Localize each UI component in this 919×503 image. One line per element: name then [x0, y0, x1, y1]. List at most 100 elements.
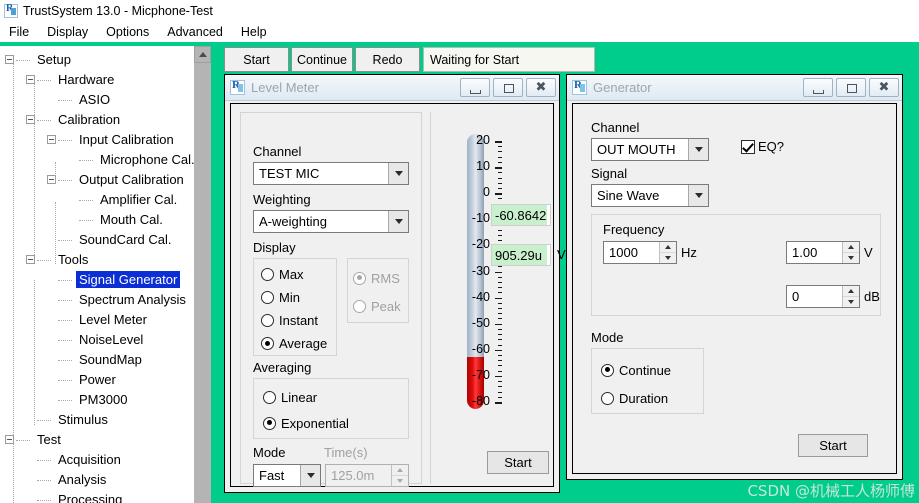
lm-weighting-select[interactable]: A-weighting: [253, 210, 409, 233]
gen-amplitude-spin-buttons[interactable]: [842, 242, 859, 263]
tree-item-setup[interactable]: Setup: [0, 50, 194, 70]
spin-up-icon[interactable]: [843, 242, 859, 252]
lm-display-radio-min[interactable]: Min: [261, 286, 339, 309]
spin-down-icon[interactable]: [660, 252, 676, 263]
gen-start-button[interactable]: Start: [798, 434, 868, 457]
meter-tick: [498, 276, 502, 278]
tree-item-acquisition[interactable]: Acquisition: [0, 450, 194, 470]
tree-item-microphone-cal[interactable]: Microphone Cal.: [0, 150, 194, 170]
window-title: TrustSystem 13.0 - Micphone-Test: [23, 4, 213, 18]
tree-item-label: Input Calibration: [79, 132, 174, 147]
gen-amplitude-spinner[interactable]: 1.00: [786, 241, 860, 264]
menu-file[interactable]: File: [6, 24, 38, 41]
radio-icon[interactable]: [261, 337, 274, 350]
lm-time-label: Time(s): [324, 445, 368, 460]
lm-divider: [430, 112, 431, 484]
tree-item-calibration[interactable]: Calibration: [0, 110, 194, 130]
menu-options[interactable]: Options: [103, 24, 158, 41]
gen-eq-checkbox-row[interactable]: EQ?: [741, 139, 784, 154]
menu-advanced[interactable]: Advanced: [164, 24, 232, 41]
gen-gain-spinner[interactable]: 0: [786, 285, 860, 308]
spin-down-icon[interactable]: [843, 252, 859, 263]
generator-maximize-button[interactable]: [836, 78, 866, 97]
spin-down-icon[interactable]: [392, 475, 408, 486]
tree-item-mouth-cal[interactable]: Mouth Cal.: [0, 210, 194, 230]
radio-icon[interactable]: [601, 391, 614, 405]
continue-button[interactable]: Continue: [291, 47, 353, 72]
level-meter-close-button[interactable]: ✖: [526, 78, 556, 97]
gen-channel-value: OUT MOUTH: [597, 142, 676, 157]
tree-item-power[interactable]: Power: [0, 370, 194, 390]
tree-item-stimulus[interactable]: Stimulus: [0, 410, 194, 430]
tree-item-spectrum-analysis[interactable]: Spectrum Analysis: [0, 290, 194, 310]
tree-expander-icon[interactable]: [26, 255, 35, 264]
radio-icon[interactable]: [261, 314, 274, 327]
level-meter-titlebar[interactable]: Level Meter ✖: [225, 75, 559, 101]
lm-start-button[interactable]: Start: [487, 451, 549, 474]
level-meter-maximize-button[interactable]: [493, 78, 523, 97]
lm-averaging-radio-exponential[interactable]: Exponential: [263, 410, 403, 436]
generator-minimize-button[interactable]: [803, 78, 833, 97]
gen-signal-select[interactable]: Sine Wave: [591, 184, 709, 207]
gen-mode-radio-continue[interactable]: Continue: [601, 356, 701, 384]
start-button[interactable]: Start: [224, 47, 289, 72]
meter-tick: [495, 349, 502, 352]
gen-channel-select[interactable]: OUT MOUTH: [591, 138, 709, 161]
tree-item-amplifier-cal[interactable]: Amplifier Cal.: [0, 190, 194, 210]
tree-item-tools[interactable]: Tools: [0, 250, 194, 270]
tree-item-noiselevel[interactable]: NoiseLevel: [0, 330, 194, 350]
gen-gain-spin-buttons[interactable]: [842, 286, 859, 307]
generator-close-button[interactable]: ✖: [869, 78, 899, 97]
lm-channel-select[interactable]: TEST MIC: [253, 162, 409, 185]
radio-icon[interactable]: [261, 291, 274, 304]
gen-frequency-spinner[interactable]: 1000: [603, 241, 677, 264]
lm-averaging-radio-linear[interactable]: Linear: [263, 384, 403, 410]
spin-up-icon[interactable]: [660, 242, 676, 252]
lm-display-radio-instant[interactable]: Instant: [261, 309, 339, 332]
chevron-down-icon[interactable]: [688, 185, 708, 206]
gen-mode-radio-duration[interactable]: Duration: [601, 384, 701, 412]
lm-display-radio-max[interactable]: Max: [261, 263, 339, 286]
chevron-down-icon[interactable]: [388, 211, 408, 232]
tree-scrollbar[interactable]: [194, 46, 211, 503]
gen-eq-checkbox[interactable]: [741, 139, 755, 154]
scroll-up-arrow-icon[interactable]: [194, 46, 211, 63]
tree-item-input-calibration[interactable]: Input Calibration: [0, 130, 194, 150]
menu-help[interactable]: Help: [238, 24, 276, 41]
lm-time-spinner[interactable]: 125.0m: [325, 464, 409, 487]
chevron-down-icon[interactable]: [688, 139, 708, 160]
menu-display[interactable]: Display: [44, 24, 97, 41]
spin-down-icon[interactable]: [843, 296, 859, 307]
tree-item-processing[interactable]: Processing: [0, 490, 194, 503]
gen-frequency-spin-buttons[interactable]: [659, 242, 676, 263]
level-meter-minimize-button[interactable]: [460, 78, 490, 97]
radio-icon[interactable]: [263, 416, 276, 430]
chevron-down-icon[interactable]: [388, 163, 408, 184]
spin-up-icon[interactable]: [392, 465, 408, 475]
radio-icon[interactable]: [601, 363, 614, 377]
tree-item-analysis[interactable]: Analysis: [0, 470, 194, 490]
lm-display-radio-average[interactable]: Average: [261, 332, 339, 355]
tree-item-pm3000[interactable]: PM3000: [0, 390, 194, 410]
tree-item-soundmap[interactable]: SoundMap: [0, 350, 194, 370]
lm-time-spin-buttons[interactable]: [391, 465, 408, 486]
tree-item-level-meter[interactable]: Level Meter: [0, 310, 194, 330]
generator-titlebar[interactable]: Generator ✖: [567, 75, 902, 101]
redo-button[interactable]: Redo: [355, 47, 420, 72]
tree-item-hardware[interactable]: Hardware: [0, 70, 194, 90]
lm-mode-select[interactable]: Fast: [253, 464, 321, 487]
tree-item-soundcard-cal[interactable]: SoundCard Cal.: [0, 230, 194, 250]
tree-expander-icon[interactable]: [47, 135, 56, 144]
radio-icon[interactable]: [261, 268, 274, 281]
tree-item-output-calibration[interactable]: Output Calibration: [0, 170, 194, 190]
gen-amplitude-unit: V: [864, 245, 873, 260]
navigation-tree[interactable]: Setup Hardware ASIO Calibration Input Calibr…: [0, 46, 194, 503]
tree-item-signal-generator[interactable]: Signal Generator: [0, 270, 194, 290]
tree-item-test[interactable]: Test: [0, 430, 194, 450]
chevron-down-icon[interactable]: [300, 465, 320, 486]
tree-connector: [13, 60, 14, 435]
tree-connector: [34, 80, 35, 255]
radio-icon[interactable]: [263, 390, 276, 404]
tree-item-asio[interactable]: ASIO: [0, 90, 194, 110]
spin-up-icon[interactable]: [843, 286, 859, 296]
